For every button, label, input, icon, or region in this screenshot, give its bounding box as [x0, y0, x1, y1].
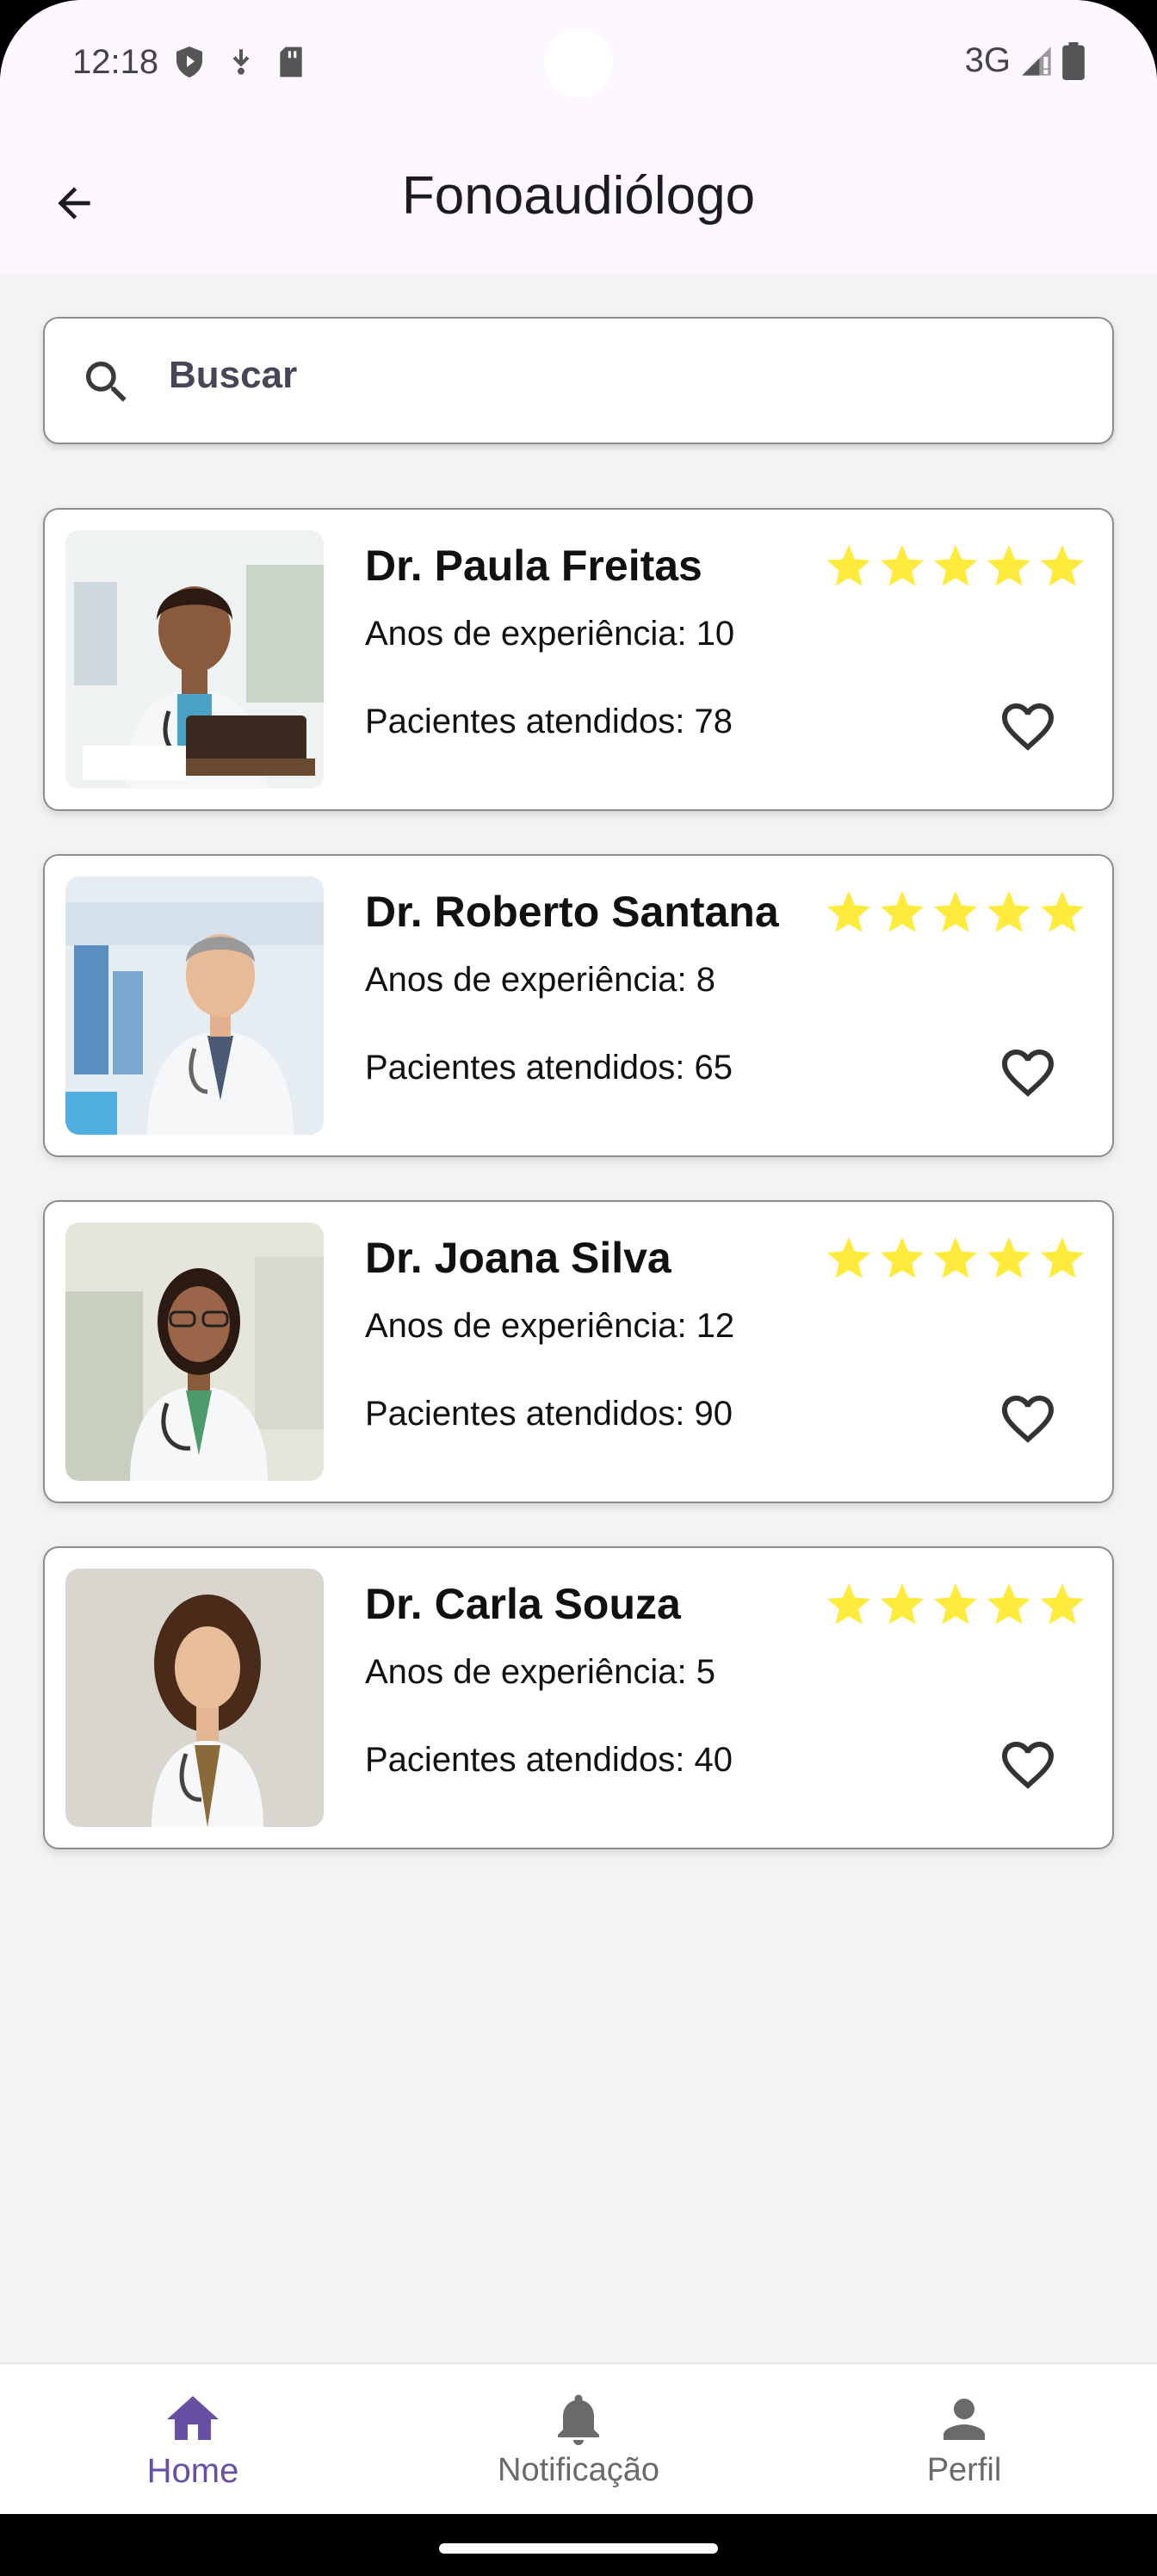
- doctor-photo: [65, 1223, 324, 1481]
- star-icon: [934, 545, 977, 586]
- home-gesture-handle[interactable]: [439, 2543, 718, 2554]
- nav-profile[interactable]: Perfil: [771, 2364, 1157, 2516]
- doctor-photo: [65, 530, 324, 789]
- heart-outline-icon: [1002, 1742, 1054, 1789]
- star-icon: [934, 1237, 977, 1279]
- nav-notifications-label: Notificação: [498, 2452, 659, 2488]
- status-system-icons: 3G: [965, 41, 1085, 80]
- sd-card-icon: [280, 46, 302, 77]
- nav-profile-label: Perfil: [926, 2452, 1002, 2488]
- doctor-name: Dr. Carla Souza: [365, 1580, 681, 1628]
- star-icon: [827, 545, 870, 586]
- doctor-patients: Pacientes atendidos: 40: [365, 1741, 733, 1779]
- heart-outline-icon: [1002, 703, 1054, 751]
- app-bar: Fonoaudiólogo: [0, 131, 1157, 274]
- star-icon: [934, 891, 977, 932]
- search-bar[interactable]: [43, 317, 1114, 444]
- network-type: 3G: [964, 41, 1011, 79]
- favorite-button[interactable]: [993, 1731, 1062, 1799]
- rating-stars: [823, 887, 1088, 938]
- doctor-experience: Anos de experiência: 10: [365, 615, 735, 653]
- bottom-navigation: Home Notificação Perfil: [0, 2362, 1157, 2514]
- doctor-patients: Pacientes atendidos: 65: [365, 1049, 733, 1087]
- rating-stars: [823, 541, 1088, 592]
- doctor-name: Dr. Roberto Santana: [365, 888, 779, 936]
- doctor-experience: Anos de experiência: 12: [365, 1307, 735, 1345]
- rating-stars: [823, 1579, 1088, 1631]
- favorite-button[interactable]: [993, 692, 1062, 761]
- status-time: 12:18: [72, 43, 159, 81]
- status-bar: 12:18 3G: [0, 0, 1157, 131]
- doctor-name: Dr. Paula Freitas: [365, 542, 702, 590]
- star-icon: [987, 1237, 1030, 1279]
- download-icon: [232, 49, 250, 75]
- star-icon: [987, 545, 1030, 586]
- star-icon: [1041, 891, 1084, 932]
- star-icon: [881, 1583, 924, 1625]
- doctor-card[interactable]: Dr. Carla Souza Anos de experiência: 5 P…: [43, 1546, 1114, 1849]
- status-notification-icons: [174, 45, 305, 79]
- doctor-card[interactable]: Dr. Roberto Santana Anos de experiência:…: [43, 854, 1114, 1157]
- person-icon: [944, 2399, 985, 2440]
- signal-icon: [1022, 46, 1051, 76]
- home-icon: [167, 2396, 219, 2440]
- star-icon: [1041, 545, 1084, 586]
- page-title: Fonoaudiólogo: [401, 166, 756, 226]
- doctor-patients: Pacientes atendidos: 90: [365, 1395, 733, 1433]
- battery-icon: [1062, 41, 1085, 80]
- doctor-name: Dr. Joana Silva: [365, 1234, 671, 1282]
- favorite-button[interactable]: [993, 1038, 1062, 1107]
- star-icon: [987, 891, 1030, 932]
- rating-stars: [823, 1233, 1088, 1285]
- heart-outline-icon: [1002, 1396, 1054, 1443]
- star-icon: [827, 1237, 870, 1279]
- gesture-navigation-bar: [0, 2514, 1157, 2576]
- nav-home[interactable]: Home: [0, 2364, 386, 2516]
- search-icon: [86, 362, 127, 402]
- doctor-card[interactable]: Dr. Joana Silva Anos de experiência: 12 …: [43, 1200, 1114, 1503]
- bell-icon: [558, 2394, 599, 2445]
- nav-home-label: Home: [146, 2452, 239, 2490]
- star-icon: [827, 1583, 870, 1625]
- heart-outline-icon: [1002, 1050, 1054, 1097]
- star-icon: [881, 1237, 924, 1279]
- doctor-photo: [65, 1569, 324, 1827]
- phone-screen: 12:18 3G Fonoaudiólogo Buscar Dr. Paula …: [0, 0, 1157, 2576]
- star-icon: [987, 1583, 1030, 1625]
- star-icon: [827, 891, 870, 932]
- shield-play-icon: [176, 46, 202, 77]
- doctor-experience: Anos de experiência: 8: [365, 961, 715, 999]
- star-icon: [881, 545, 924, 586]
- nav-notifications[interactable]: Notificação: [386, 2364, 771, 2516]
- star-icon: [934, 1583, 977, 1625]
- front-camera: [544, 29, 613, 98]
- star-icon: [1041, 1583, 1084, 1625]
- favorite-button[interactable]: [993, 1384, 1062, 1453]
- doctor-card[interactable]: Dr. Paula Freitas Anos de experiência: 1…: [43, 508, 1114, 811]
- star-icon: [1041, 1237, 1084, 1279]
- doctor-experience: Anos de experiência: 5: [365, 1653, 715, 1691]
- search-input[interactable]: [169, 341, 1081, 410]
- doctor-photo: [65, 876, 324, 1135]
- star-icon: [881, 891, 924, 932]
- doctor-patients: Pacientes atendidos: 78: [365, 703, 733, 740]
